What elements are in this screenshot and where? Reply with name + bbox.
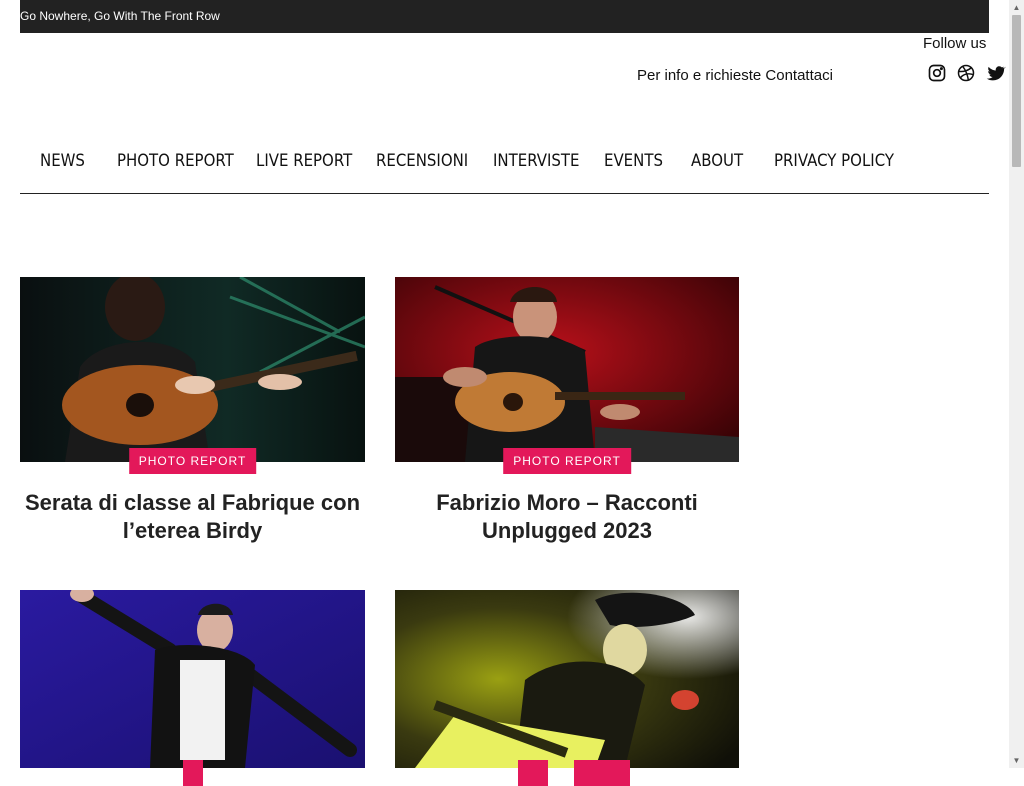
category-badge[interactable] <box>574 760 630 786</box>
instagram-icon[interactable] <box>927 63 947 83</box>
twitter-icon[interactable] <box>986 63 1006 83</box>
post-thumbnail[interactable] <box>20 590 365 768</box>
contact-prefix: Per info e richieste <box>637 67 766 84</box>
nav-events[interactable]: EVENTS <box>604 151 663 171</box>
post-title[interactable]: Serata di classe al Fabrique con l’etere… <box>20 489 365 545</box>
nav-interviste[interactable]: INTERVISTE <box>493 151 580 171</box>
category-badge[interactable]: PHOTO REPORT <box>128 448 257 474</box>
post-title[interactable]: Fabrizio Moro – Racconti Unplugged 2023 <box>395 489 739 545</box>
category-badge[interactable]: PHOTO REPORT <box>503 448 631 474</box>
scroll-down-arrow-icon[interactable]: ▼ <box>1009 753 1024 768</box>
contact-link[interactable]: Contattaci <box>765 67 833 84</box>
post-thumbnail[interactable] <box>395 590 739 768</box>
scrollbar[interactable]: ▲ ▼ <box>1009 0 1024 768</box>
post-thumbnail[interactable] <box>20 277 365 462</box>
contact-info: Per info e richieste Contattaci <box>637 67 833 84</box>
category-badge[interactable] <box>182 760 203 786</box>
post-card[interactable]: PHOTO REPORT Serata di classe al Fabriqu… <box>20 277 365 557</box>
nav-about[interactable]: ABOUT <box>691 151 743 171</box>
nav-privacy-policy[interactable]: PRIVACY POLICY <box>774 151 894 171</box>
site-tagline: Go Nowhere, Go With The Front Row <box>20 9 220 23</box>
dribbble-icon[interactable] <box>956 63 976 83</box>
post-thumbnail[interactable] <box>395 277 739 462</box>
main-navigation: NEWS PHOTO REPORT LIVE REPORT RECENSIONI… <box>20 140 989 194</box>
top-bar: Go Nowhere, Go With The Front Row <box>20 0 989 33</box>
scrollbar-thumb[interactable] <box>1012 15 1021 167</box>
post-card[interactable] <box>20 590 365 786</box>
nav-recensioni[interactable]: RECENSIONI <box>376 151 468 171</box>
nav-news[interactable]: NEWS <box>40 151 85 171</box>
scroll-up-arrow-icon[interactable]: ▲ <box>1009 0 1024 15</box>
nav-live-report[interactable]: LIVE REPORT <box>256 151 352 171</box>
category-badge[interactable] <box>518 760 548 786</box>
post-card[interactable]: PHOTO REPORT Fabrizio Moro – Racconti Un… <box>395 277 739 557</box>
post-card[interactable] <box>395 590 739 786</box>
follow-us-label: Follow us <box>923 35 987 52</box>
nav-photo-report[interactable]: PHOTO REPORT <box>117 151 234 171</box>
